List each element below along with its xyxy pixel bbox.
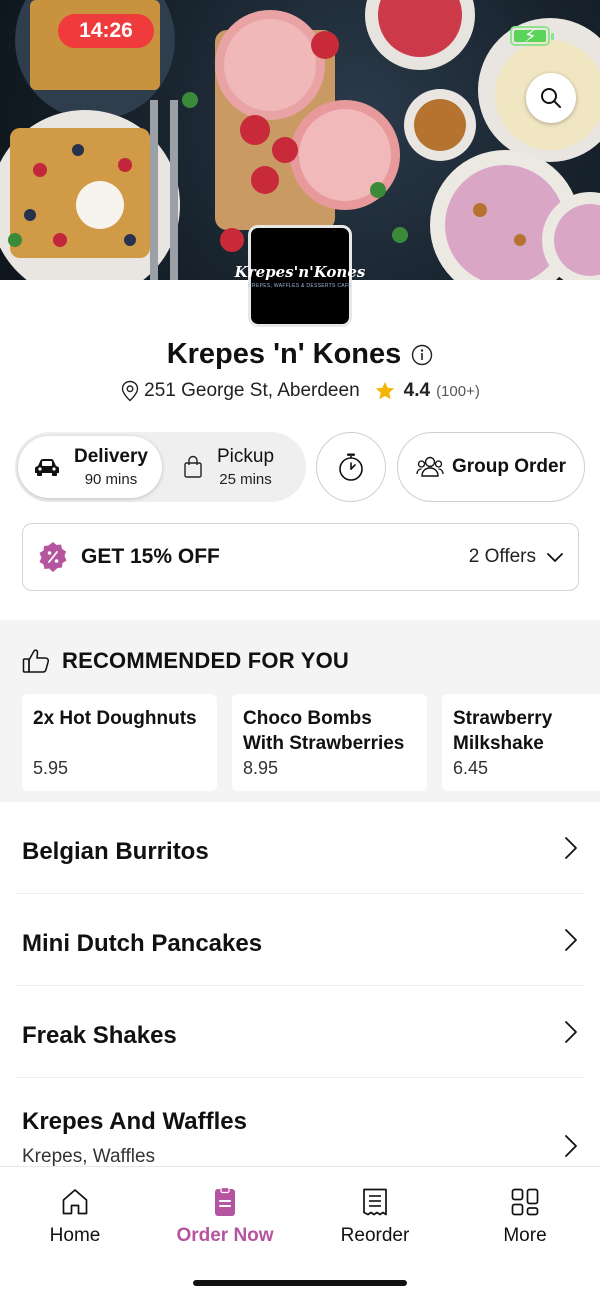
order-icon bbox=[215, 1187, 235, 1216]
chevron-right-icon bbox=[565, 929, 577, 951]
battery-icon: ⚡ bbox=[510, 26, 554, 46]
recommended-item-card[interactable]: 2x Hot Doughnuts 5.95 bbox=[22, 694, 217, 791]
tab-label: Home bbox=[49, 1225, 101, 1246]
pickup-label: Pickup bbox=[217, 446, 275, 467]
delivery-label: Delivery bbox=[74, 446, 148, 467]
category-row[interactable]: Belgian Burritos bbox=[16, 802, 584, 894]
delivery-time: 90 mins bbox=[84, 471, 138, 488]
discount-badge-icon bbox=[39, 542, 67, 572]
order-mode-toggle: Delivery 90 mins Pickup 25 mins bbox=[15, 432, 306, 502]
tab-reorder[interactable]: Reorder bbox=[300, 1187, 450, 1247]
category-subtitle: Krepes, Waffles bbox=[22, 1146, 156, 1167]
tab-label: More bbox=[503, 1225, 547, 1246]
store-logo: Krepes'n'Kones CREPES, WAFFLES & DESSERT… bbox=[235, 225, 365, 327]
recommended-section: RECOMMENDED FOR YOU 2x Hot Doughnuts 5.9… bbox=[0, 620, 600, 802]
item-name: Strawberry Milkshake bbox=[453, 708, 553, 754]
chevron-right-icon bbox=[565, 837, 577, 859]
thumbs-up-icon bbox=[22, 649, 50, 673]
tab-more[interactable]: More bbox=[450, 1187, 600, 1247]
home-indicator[interactable] bbox=[193, 1280, 407, 1286]
category-name: Krepes And Waffles bbox=[22, 1108, 247, 1135]
pickup-option[interactable]: Pickup 25 mins bbox=[183, 436, 303, 498]
recommended-title: RECOMMENDED FOR YOU bbox=[62, 648, 349, 673]
tab-label: Order Now bbox=[176, 1225, 274, 1246]
delivery-option[interactable]: Delivery 90 mins bbox=[18, 436, 162, 498]
category-name: Belgian Burritos bbox=[22, 838, 209, 865]
star-icon bbox=[375, 381, 394, 400]
chevron-down-icon bbox=[547, 553, 563, 562]
group-order-label: Group Order bbox=[451, 456, 566, 477]
category-name: Mini Dutch Pancakes bbox=[22, 930, 263, 957]
grid-icon bbox=[511, 1188, 539, 1216]
recommended-item-card[interactable]: Strawberry Milkshake 6.45 bbox=[442, 694, 600, 791]
bottom-tab-bar: Home Order Now Reorder More bbox=[0, 1166, 600, 1298]
category-row[interactable]: Krepes And Waffles Krepes, Waffles bbox=[16, 1078, 584, 1170]
shopping-bag-icon bbox=[184, 455, 202, 478]
offer-count: 2 Offers bbox=[468, 546, 536, 567]
pickup-time: 25 mins bbox=[219, 471, 272, 488]
item-name: 2x Hot Doughnuts bbox=[33, 708, 197, 729]
menu-category-list: Belgian Burritos Mini Dutch Pancakes Fre… bbox=[0, 802, 600, 1170]
category-row[interactable]: Freak Shakes bbox=[16, 986, 584, 1078]
location-pin-icon bbox=[121, 380, 139, 402]
stopwatch-icon bbox=[339, 453, 363, 481]
schedule-button[interactable] bbox=[316, 432, 386, 502]
logo-tagline: CREPES, WAFFLES & DESSERTS CAFE bbox=[248, 283, 352, 289]
item-price: 6.45 bbox=[453, 758, 489, 778]
store-name: Krepes 'n' Kones bbox=[166, 338, 402, 370]
item-price: 8.95 bbox=[243, 758, 279, 778]
offers-banner[interactable]: GET 15% OFF 2 Offers bbox=[22, 523, 579, 591]
car-icon bbox=[35, 459, 59, 476]
recommended-item-card[interactable]: Choco Bombs With Strawberries 8.95 bbox=[232, 694, 427, 791]
tab-order-now[interactable]: Order Now bbox=[150, 1187, 300, 1247]
rating-count: (100+) bbox=[436, 382, 480, 400]
category-row[interactable]: Mini Dutch Pancakes bbox=[16, 894, 584, 986]
home-icon bbox=[62, 1189, 88, 1215]
search-icon bbox=[541, 88, 561, 108]
search-button[interactable] bbox=[526, 73, 576, 123]
tab-label: Reorder bbox=[340, 1225, 410, 1246]
status-time: 14:26 bbox=[58, 14, 154, 48]
info-icon[interactable] bbox=[411, 344, 433, 366]
logo-text: Krepes'n'Kones bbox=[234, 263, 366, 281]
group-order-button[interactable]: Group Order bbox=[397, 432, 585, 502]
chevron-right-icon bbox=[565, 1021, 577, 1043]
receipt-icon bbox=[363, 1188, 387, 1216]
item-price: 5.95 bbox=[33, 758, 69, 778]
store-rating: 4.4 bbox=[403, 380, 431, 401]
category-name: Freak Shakes bbox=[22, 1022, 177, 1049]
store-address: 251 George St, Aberdeen bbox=[144, 380, 360, 401]
item-name: Choco Bombs With Strawberries bbox=[243, 708, 405, 754]
tab-home[interactable]: Home bbox=[0, 1187, 150, 1247]
offer-title: GET 15% OFF bbox=[81, 545, 220, 568]
chevron-right-icon bbox=[565, 1135, 577, 1157]
group-people-icon bbox=[416, 456, 444, 477]
